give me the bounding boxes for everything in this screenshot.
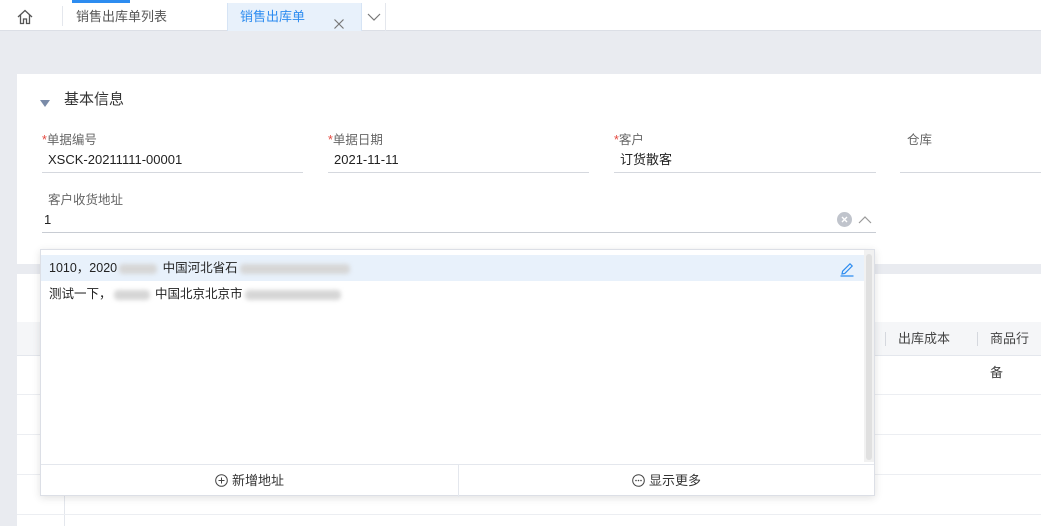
edit-pencil-icon[interactable] bbox=[839, 260, 855, 277]
address-item-text: 中国北京北京市 bbox=[155, 287, 243, 301]
tab-divider bbox=[62, 6, 63, 26]
tab-label: 销售出库单 bbox=[240, 9, 306, 24]
close-icon[interactable] bbox=[333, 12, 345, 29]
tab-label: 销售出库单列表 bbox=[76, 9, 168, 24]
tab-sales-outbound-list[interactable]: 销售出库单列表 bbox=[76, 3, 167, 31]
doc-no-input[interactable]: XSCK-20211111-00001 bbox=[42, 149, 303, 173]
address-item-prefix: 1010，2020 bbox=[49, 261, 118, 275]
blurred-text bbox=[119, 263, 158, 274]
column-divider bbox=[885, 332, 886, 346]
customer-field: *客户 订货散客 bbox=[614, 131, 876, 173]
delivery-address-input[interactable]: 1 bbox=[42, 209, 876, 233]
tab-more-chevron-down-icon[interactable] bbox=[362, 3, 386, 31]
column-header-outbound-cost[interactable]: 出库成本 bbox=[898, 322, 950, 356]
blurred-text bbox=[113, 289, 150, 300]
chevron-up-icon[interactable] bbox=[858, 213, 872, 227]
address-dropdown: 1010，2020 中国河北省石 测试一下， 中国北京北京市 新增地址 显示更多 bbox=[40, 249, 875, 497]
add-address-button[interactable]: 新增地址 bbox=[41, 465, 458, 497]
list-item[interactable]: 1010，2020 中国河北省石 bbox=[41, 255, 865, 281]
delivery-address-label: 客户收货地址 bbox=[48, 193, 124, 207]
delivery-address-field: 客户收货地址 1 bbox=[42, 191, 876, 233]
plus-circle-icon bbox=[215, 467, 228, 487]
address-item-prefix: 测试一下， bbox=[49, 287, 112, 301]
column-divider bbox=[977, 332, 978, 346]
customer-label: 客户 bbox=[618, 133, 644, 147]
address-list: 1010，2020 中国河北省石 测试一下， 中国北京北京市 bbox=[41, 250, 865, 464]
doc-date-label: 单据日期 bbox=[332, 133, 383, 147]
home-icon[interactable] bbox=[14, 6, 36, 28]
add-address-label: 新增地址 bbox=[231, 473, 284, 488]
doc-no-field: *单据编号 XSCK-20211111-00001 bbox=[42, 131, 303, 173]
warehouse-label: 仓库 bbox=[907, 133, 933, 147]
warehouse-input[interactable] bbox=[900, 149, 1041, 173]
doc-no-label: 单据编号 bbox=[46, 133, 97, 147]
tab-bar: 销售出库单列表 销售出库单 bbox=[0, 0, 1041, 31]
column-header-item-remark[interactable]: 商品行备 bbox=[990, 322, 1041, 380]
show-more-label: 显示更多 bbox=[648, 473, 701, 488]
dropdown-footer: 新增地址 显示更多 bbox=[41, 464, 874, 497]
section-title: 基本信息 bbox=[64, 91, 125, 108]
more-circle-icon bbox=[632, 467, 645, 487]
customer-input[interactable]: 订货散客 bbox=[614, 149, 876, 173]
blurred-text bbox=[244, 289, 341, 300]
list-item[interactable]: 测试一下， 中国北京北京市 bbox=[41, 281, 865, 307]
clear-icon[interactable] bbox=[837, 212, 852, 227]
address-item-text: 中国河北省石 bbox=[162, 261, 238, 275]
scrollbar-thumb[interactable] bbox=[866, 254, 872, 460]
show-more-button[interactable]: 显示更多 bbox=[459, 465, 874, 497]
dropdown-scrollbar[interactable] bbox=[864, 250, 874, 462]
doc-date-field: *单据日期 2021-11-11 bbox=[328, 131, 589, 173]
collapse-triangle-icon[interactable] bbox=[40, 94, 50, 114]
warehouse-field: 仓库 bbox=[900, 131, 1041, 173]
doc-date-input[interactable]: 2021-11-11 bbox=[328, 149, 589, 173]
tab-sales-outbound[interactable]: 销售出库单 bbox=[227, 3, 362, 31]
table-row-divider bbox=[17, 514, 1041, 515]
blurred-text bbox=[239, 263, 350, 274]
